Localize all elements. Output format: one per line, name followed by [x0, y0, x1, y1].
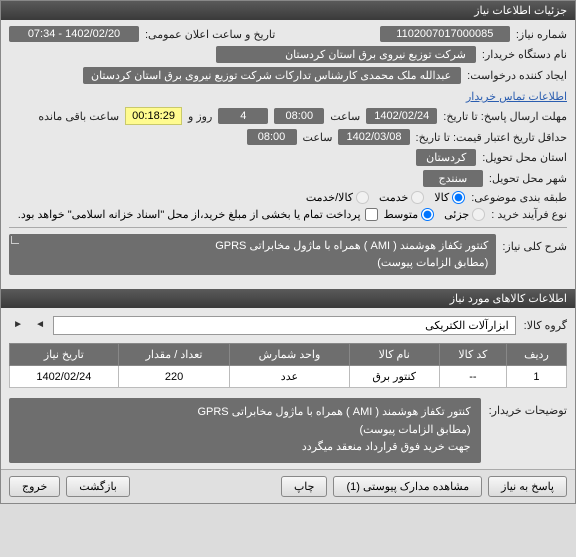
process-label: نوع فرآیند خرید :	[491, 208, 567, 221]
col-date: تاریخ نیاز	[10, 344, 119, 366]
col-row: ردیف	[506, 344, 566, 366]
cell-unit: عدد	[230, 366, 349, 388]
exit-button[interactable]: خروج	[9, 476, 60, 497]
cell-rownum: 1	[506, 366, 566, 388]
province-label: استان محل تحویل:	[482, 151, 567, 164]
goods-group-value: ابزارآلات الکتریکی	[53, 316, 516, 335]
cat-goods-radio[interactable]	[452, 191, 465, 204]
cat-service-radio[interactable]	[411, 191, 424, 204]
chevron-left-icon[interactable]: ◄	[31, 319, 45, 333]
deadline-time: 08:00	[274, 108, 324, 124]
buyer-desc-text: کنتور تکفاز هوشمند ( AMI ) همراه با ماژو…	[9, 398, 481, 463]
goods-table: ردیف کد کالا نام کالا واحد شمارش تعداد /…	[9, 343, 567, 388]
need-no-label: شماره نیاز:	[516, 28, 567, 41]
deadline-label: مهلت ارسال پاسخ: تا تاریخ:	[443, 110, 567, 123]
validity-date: 1402/03/08	[338, 129, 409, 145]
table-header-row: ردیف کد کالا نام کالا واحد شمارش تعداد /…	[10, 344, 567, 366]
cell-code: --	[439, 366, 506, 388]
buyer-desc-label: توضیحات خریدار:	[489, 398, 567, 417]
category-radio-group: کالا خدمت کالا/خدمت	[306, 191, 465, 204]
need-no-value: 1102007017000085	[380, 26, 510, 42]
proc-medium-option[interactable]: متوسط	[384, 208, 435, 221]
city-value: سنندج	[423, 170, 483, 187]
countdown-timer: 00:18:29	[125, 107, 182, 125]
proc-minor-radio[interactable]	[472, 208, 485, 221]
col-name: نام کالا	[349, 344, 439, 366]
process-radio-group: جزئی متوسط	[384, 208, 486, 221]
buyer-contact-link[interactable]: اطلاعات تماس خریدار	[466, 90, 567, 103]
proc-medium-radio[interactable]	[421, 208, 434, 221]
treasury-payment-label: پرداخت تمام یا بخشی از مبلغ خرید،از محل …	[18, 208, 361, 221]
chevron-right-icon[interactable]: ►	[9, 319, 23, 333]
creator-label: ایجاد کننده درخواست:	[467, 69, 567, 82]
buyer-value: شرکت توزیع نیروی برق استان کردستان	[216, 46, 476, 63]
province-value: کردستان	[416, 149, 476, 166]
goods-group-label: گروه کالا:	[524, 319, 567, 332]
cat-service-option[interactable]: خدمت	[379, 191, 424, 204]
print-button[interactable]: چاپ	[281, 476, 328, 497]
time-remaining-label: ساعت باقی مانده	[38, 110, 119, 123]
cell-name: کنتور برق	[349, 366, 439, 388]
validity-time: 08:00	[247, 129, 297, 145]
cat-goods-option[interactable]: کالا	[434, 191, 465, 204]
reply-button[interactable]: پاسخ به نیاز	[488, 476, 567, 497]
treasury-payment-line: پرداخت تمام یا بخشی از مبلغ خرید،از محل …	[18, 208, 378, 221]
days-remaining: 4	[218, 108, 268, 124]
treasury-payment-checkbox[interactable]	[365, 208, 378, 221]
announce-label: تاریخ و ساعت اعلان عمومی:	[145, 28, 275, 41]
goods-group-row: گروه کالا: ابزارآلات الکتریکی ◄ ►	[1, 312, 575, 339]
buyer-label: نام دستگاه خریدار:	[482, 48, 567, 61]
city-label: شهر محل تحویل:	[489, 172, 567, 185]
saat-label-1: ساعت	[330, 110, 360, 123]
attachments-button[interactable]: مشاهده مدارک پیوستی (1)	[333, 476, 482, 497]
creator-value: عبدالله ملک محمدی کارشناس تدارکات شرکت ت…	[83, 67, 461, 84]
category-label: طبقه بندی موضوعی:	[471, 191, 567, 204]
cell-date: 1402/02/24	[10, 366, 119, 388]
col-qty: تعداد / مقدار	[118, 344, 230, 366]
days-label: روز و	[188, 110, 212, 123]
need-details-window: جزئیات اطلاعات نیاز شماره نیاز: 11020070…	[0, 0, 576, 504]
separator	[9, 227, 567, 228]
window-titlebar: جزئیات اطلاعات نیاز	[1, 1, 575, 20]
cat-both-option[interactable]: کالا/خدمت	[306, 191, 369, 204]
resize-handle-icon[interactable]	[11, 236, 19, 244]
proc-minor-option[interactable]: جزئی	[444, 208, 485, 221]
footer-bar: پاسخ به نیاز مشاهده مدارک پیوستی (1) چاپ…	[1, 469, 575, 503]
table-row[interactable]: 1 -- کنتور برق عدد 220 1402/02/24	[10, 366, 567, 388]
col-code: کد کالا	[439, 344, 506, 366]
cell-qty: 220	[118, 366, 230, 388]
cat-both-radio[interactable]	[356, 191, 369, 204]
saat-label-2: ساعت	[303, 131, 333, 144]
validity-label: حداقل تاریخ اعتبار قیمت: تا تاریخ:	[416, 131, 567, 144]
col-unit: واحد شمارش	[230, 344, 349, 366]
deadline-date: 1402/02/24	[366, 108, 437, 124]
announce-value: 1402/02/20 - 07:34	[9, 26, 139, 42]
summary-label: شرح کلی نیاز:	[502, 234, 567, 253]
back-button[interactable]: بازگشت	[66, 476, 130, 497]
form-area: شماره نیاز: 1102007017000085 تاریخ و ساع…	[1, 20, 575, 285]
buyer-desc-row: توضیحات خریدار: کنتور تکفاز هوشمند ( AMI…	[1, 392, 575, 469]
window-title: جزئیات اطلاعات نیاز	[474, 5, 567, 17]
summary-text: کنتور تکفاز هوشمند ( AMI ) همراه با ماژو…	[9, 234, 496, 275]
goods-section-title: اطلاعات کالاهای مورد نیاز	[1, 289, 575, 308]
